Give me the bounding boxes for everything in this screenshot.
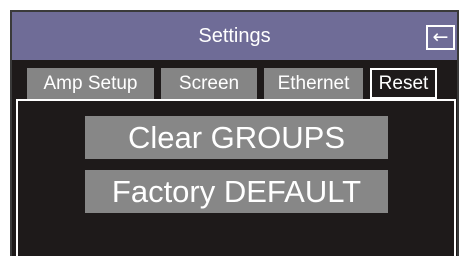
tab-amp-setup[interactable]: Amp Setup <box>27 68 154 99</box>
title-bar: Settings <box>12 12 457 60</box>
settings-screen: Settings ← Amp Setup Screen Ethernet Res… <box>0 0 463 256</box>
clear-groups-button[interactable]: Clear GROUPS <box>85 116 388 159</box>
back-arrow-icon: ← <box>432 26 449 48</box>
factory-default-button[interactable]: Factory DEFAULT <box>85 170 388 213</box>
tab-reset[interactable]: Reset <box>370 68 437 99</box>
tab-ethernet[interactable]: Ethernet <box>264 68 363 99</box>
back-button[interactable]: ← <box>426 25 455 50</box>
tab-screen[interactable]: Screen <box>161 68 257 99</box>
page-title: Settings <box>198 25 271 47</box>
